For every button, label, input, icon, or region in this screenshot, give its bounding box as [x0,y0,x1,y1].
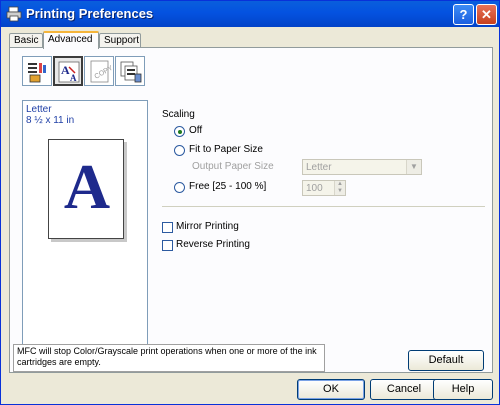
free-scaling-radio[interactable] [174,182,185,193]
free-scaling-spinbox[interactable]: 100 ▲ ▼ [302,180,346,196]
watermark-button[interactable]: COPY [84,56,114,86]
window-title: Printing Preferences [26,6,154,21]
output-paper-size-value: Letter [306,162,332,173]
free-scaling-value: 100 [306,183,323,194]
preview-paper-name: Letter [26,104,52,115]
tab-basic[interactable]: Basic [9,33,43,48]
scaling-heading: Scaling [162,109,195,120]
title-bar[interactable]: Printing Preferences ? ✕ [1,1,499,27]
mirror-printing-checkbox[interactable] [162,222,173,233]
help-button[interactable]: Help [433,379,493,400]
preview-sample-letter: A [63,151,111,222]
cancel-button[interactable]: Cancel [370,379,438,400]
reverse-printing-label[interactable]: Reverse Printing [176,239,250,250]
page-preview: Letter 8 ½ x 11 in A [22,100,148,346]
mirror-printing-label[interactable]: Mirror Printing [176,221,239,232]
svg-text:A: A [70,73,77,83]
reverse-printing-checkbox[interactable] [162,240,173,251]
chevron-down-icon: ▼ [406,160,421,174]
print-quality-button[interactable] [22,56,52,86]
preview-paper-size: 8 ½ x 11 in [26,115,75,126]
scaling-off-radio[interactable] [174,126,185,137]
scaling-off-label[interactable]: Off [189,125,202,136]
close-button[interactable]: ✕ [476,4,497,25]
separator [162,206,485,207]
spin-arrows-icon[interactable]: ▲ ▼ [334,181,345,195]
output-paper-size-select[interactable]: Letter ▼ [302,159,422,175]
printing-preferences-dialog: Printing Preferences ? ✕ Basic Advanced … [0,0,500,405]
output-paper-size-label: Output Paper Size [192,161,274,172]
tab-advanced[interactable]: Advanced [43,31,99,49]
ok-button[interactable]: OK [297,379,365,400]
fit-to-paper-radio[interactable] [174,145,185,156]
free-scaling-label[interactable]: Free [25 - 100 %] [189,181,266,192]
device-options-button[interactable] [115,56,145,86]
tab-support[interactable]: Support [99,33,141,48]
preview-paper: A [48,139,124,239]
svg-text:A: A [61,63,70,77]
printer-icon [6,6,22,22]
default-button[interactable]: Default [408,350,484,371]
advanced-panel: A A COPY Letter 8 ½ x 11 in A Scaling Of… [9,47,493,373]
help-title-button[interactable]: ? [453,4,474,25]
ink-warning-message: MFC will stop Color/Grayscale print oper… [13,344,325,372]
scaling-button[interactable]: A A [53,56,83,86]
fit-to-paper-label[interactable]: Fit to Paper Size [189,144,263,155]
